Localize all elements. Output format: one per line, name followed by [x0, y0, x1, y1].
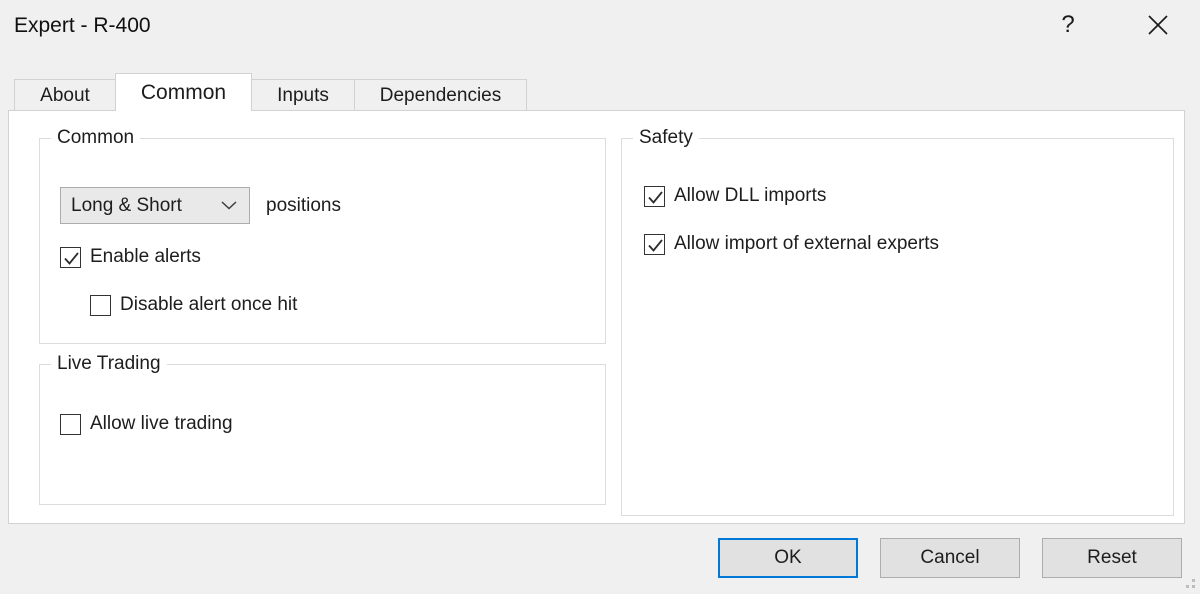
reset-button-label: Reset	[1087, 547, 1137, 568]
close-icon	[1145, 12, 1171, 38]
help-icon: ?	[1061, 11, 1075, 38]
tab-page-common: Common Long & Short positions Enable ale…	[8, 110, 1185, 524]
checkbox-allow-import-external-experts[interactable]: Allow import of external experts	[644, 233, 939, 255]
check-icon	[64, 251, 79, 265]
group-common-title: Common	[51, 127, 141, 149]
checkbox-allow-live-trading[interactable]: Allow live trading	[60, 413, 233, 435]
group-live-trading-title: Live Trading	[51, 353, 167, 375]
tab-strip: About Common Inputs Dependencies	[8, 73, 1185, 111]
positions-label: positions	[266, 194, 341, 216]
checkbox-box	[60, 413, 81, 435]
checkbox-box	[644, 233, 665, 255]
help-button[interactable]: ?	[1040, 0, 1096, 50]
positions-select[interactable]: Long & Short	[60, 187, 250, 224]
chevron-down-icon	[221, 197, 237, 215]
tab-common[interactable]: Common	[115, 73, 252, 111]
resize-grip[interactable]	[1180, 575, 1196, 591]
group-safety: Safety Allow DLL imports Allow import of…	[621, 127, 1174, 516]
checkbox-label: Disable alert once hit	[120, 294, 298, 315]
checkbox-enable-alerts[interactable]: Enable alerts	[60, 246, 201, 268]
tab-label: About	[40, 84, 90, 106]
checkbox-allow-dll-imports[interactable]: Allow DLL imports	[644, 185, 826, 207]
tab-dependencies[interactable]: Dependencies	[354, 79, 527, 111]
positions-row: Long & Short positions	[60, 187, 341, 224]
checkbox-label: Allow DLL imports	[674, 185, 827, 206]
group-safety-title: Safety	[633, 127, 699, 149]
checkbox-disable-alert-once-hit[interactable]: Disable alert once hit	[90, 294, 297, 316]
checkbox-label: Allow live trading	[90, 413, 233, 434]
checkbox-label: Allow import of external experts	[674, 233, 940, 254]
window-title: Expert - R-400	[14, 14, 151, 37]
group-live-trading: Live Trading Allow live trading	[39, 353, 606, 505]
positions-selected-value: Long & Short	[71, 194, 182, 216]
check-icon	[648, 238, 663, 252]
title-bar: Expert - R-400 ?	[0, 0, 1200, 58]
cancel-button[interactable]: Cancel	[880, 538, 1020, 578]
close-button[interactable]	[1130, 0, 1186, 50]
checkbox-box	[90, 294, 111, 316]
ok-button-label: OK	[774, 547, 802, 568]
tab-label: Inputs	[277, 84, 329, 106]
check-icon	[648, 190, 663, 204]
tab-about[interactable]: About	[14, 79, 116, 111]
group-common: Common Long & Short positions Enable ale…	[39, 127, 606, 344]
tab-label: Common	[140, 80, 227, 104]
checkbox-box	[644, 185, 665, 207]
checkbox-box	[60, 246, 81, 268]
ok-button[interactable]: OK	[718, 538, 858, 578]
checkbox-label: Enable alerts	[90, 246, 201, 267]
cancel-button-label: Cancel	[920, 547, 980, 568]
tab-label: Dependencies	[379, 84, 502, 106]
tab-inputs[interactable]: Inputs	[251, 79, 355, 111]
reset-button[interactable]: Reset	[1042, 538, 1182, 578]
